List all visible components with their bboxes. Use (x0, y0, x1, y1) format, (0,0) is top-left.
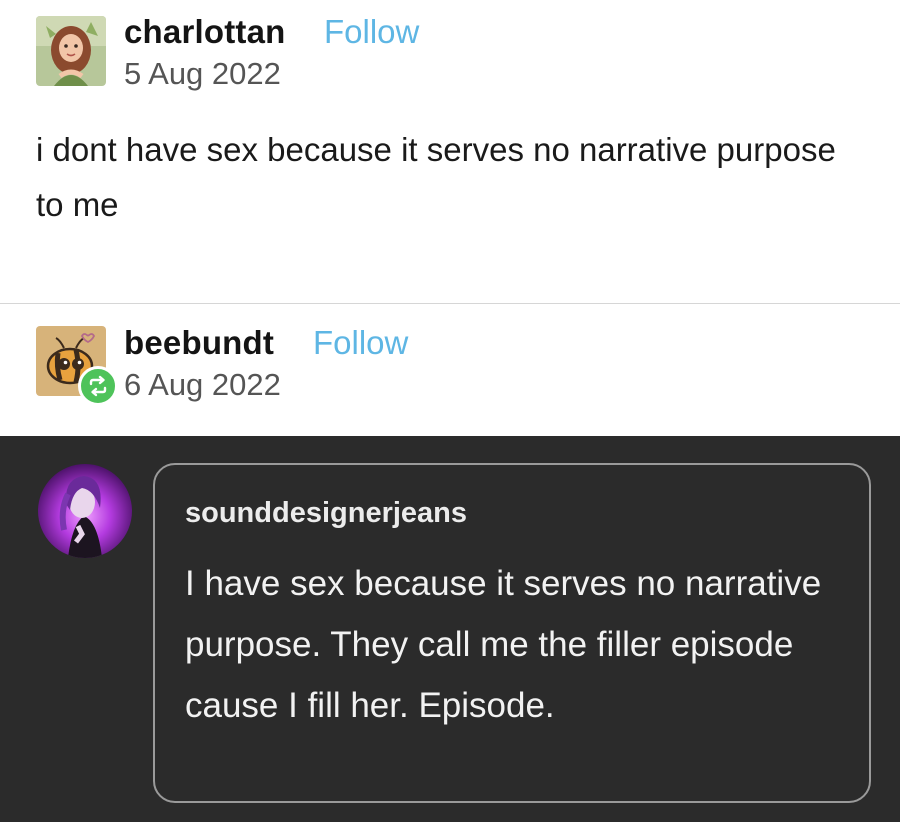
post-body-text: i dont have sex because it serves no nar… (36, 131, 836, 223)
tumblr-post-screenshot: charlottan Follow 5 Aug 2022 i dont have… (0, 0, 900, 822)
post-username[interactable]: beebundt (124, 324, 274, 362)
charlottan-avatar[interactable] (36, 16, 106, 86)
reply-bubble: sounddesignerjeans I have sex because it… (153, 463, 871, 803)
follow-button[interactable]: Follow (313, 324, 408, 362)
purple-character-avatar-icon (38, 464, 132, 558)
reblog-badge (78, 366, 118, 406)
post-date[interactable]: 6 Aug 2022 (124, 367, 281, 403)
post-divider (0, 303, 900, 304)
post-username[interactable]: charlottan (124, 13, 286, 51)
reply-username[interactable]: sounddesignerjeans (185, 497, 467, 530)
reblog-icon (89, 375, 107, 397)
post-date[interactable]: 5 Aug 2022 (124, 56, 281, 92)
reply-avatar[interactable] (38, 464, 132, 558)
follow-button[interactable]: Follow (324, 13, 419, 51)
charlottan-avatar-icon (36, 16, 106, 86)
reply-body-text: I have sex because it serves no narrativ… (185, 564, 822, 725)
